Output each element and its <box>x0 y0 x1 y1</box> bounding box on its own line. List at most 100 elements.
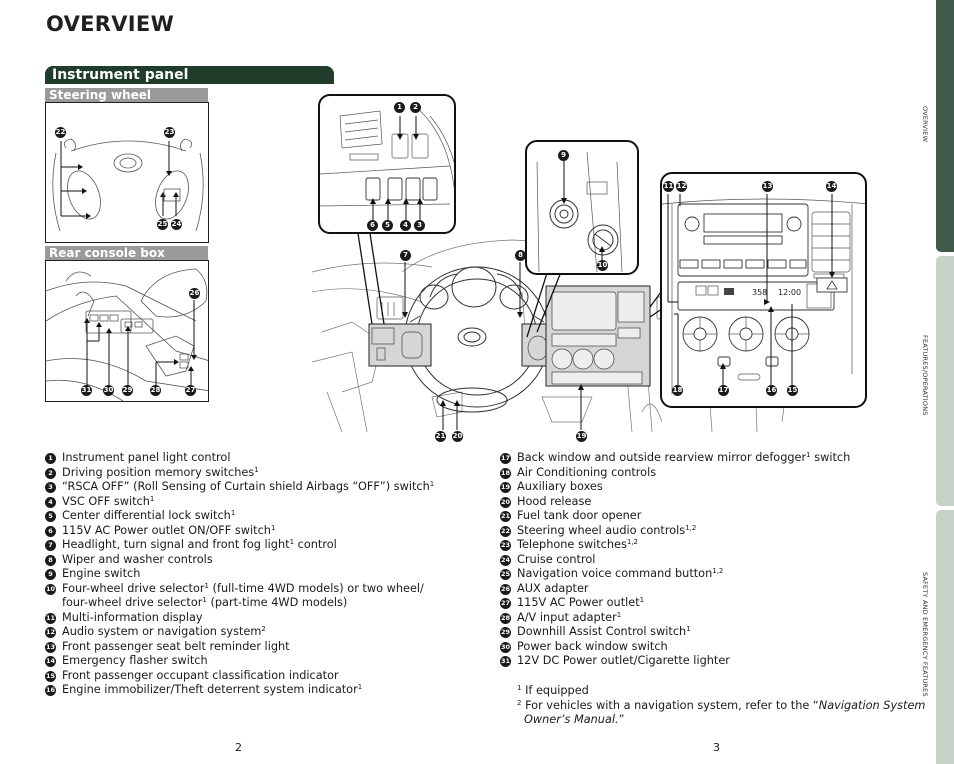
callout-21: 21 <box>435 431 446 442</box>
rear-console-illustration <box>46 268 208 401</box>
footnote-ref: 1 <box>429 480 435 488</box>
callout-15: 15 <box>787 385 798 396</box>
center-stack-inset: 358 12:00 11 12 13 14 18 17 16 15 <box>660 172 867 408</box>
callout-8: 8 <box>515 250 526 261</box>
legend-item-29: 29 Downhill Assist Control switch1 <box>500 625 850 640</box>
legend-text: Downhill Assist Control switch <box>517 625 687 638</box>
legend-number-badge: 9 <box>45 569 56 580</box>
legend-text: Driving position memory switches <box>62 465 255 479</box>
tab-label-safety-emergency[interactable]: SAFETY AND EMERGENCY FEATURES <box>921 572 929 697</box>
display-distance: 358 <box>752 288 767 297</box>
legend-item-31: 31 12V DC Power outlet/Cigarette lighter <box>500 654 850 669</box>
legend-text-continued: control <box>294 538 337 551</box>
legend-item-3: 3 “RSCA OFF” (Roll Sensing of Curtain shi… <box>45 480 434 495</box>
legend-item-7: 7 Headlight, turn signal and front fog li… <box>45 538 434 553</box>
callout-4: 4 <box>400 220 411 231</box>
legend-item-6: 6 115V AC Power outlet ON/OFF switch1 <box>45 524 434 539</box>
legend-number-badge: 16 <box>45 685 56 696</box>
legend-text: Engine immobilizer/Theft deterrent syste… <box>62 683 358 696</box>
legend-item-16: 16 Engine immobilizer/Theft deterrent sys… <box>45 683 434 698</box>
legend-text: Wiper and washer controls <box>62 552 213 566</box>
legend-text: Front passenger seat belt reminder light <box>62 639 290 653</box>
legend-item-30: 30 Power back window switch <box>500 640 850 655</box>
center-stack-drawing: 358 12:00 <box>662 194 865 394</box>
legend-text: Air Conditioning controls <box>517 465 657 479</box>
legend-text: Steering wheel audio controls <box>517 523 686 537</box>
tab-overview[interactable] <box>936 0 954 252</box>
rear-console-box-header: Rear console box <box>45 246 208 260</box>
tab-label-features-operations[interactable]: FEATURES/OPERATIONS <box>921 335 929 416</box>
callout-31: 31 <box>81 385 92 396</box>
page-number-right: 3 <box>713 741 720 754</box>
legend-text: Multi-information display <box>62 610 203 624</box>
tab-label-overview[interactable]: OVERVIEW <box>921 106 929 142</box>
legend-text: Instrument panel light control <box>62 451 231 464</box>
legend-item-20: 20 Hood release <box>500 495 850 510</box>
legend-text: Audio system or navigation system <box>62 625 262 638</box>
legend-list-left: 1 Instrument panel light control 2 Driving … <box>45 451 434 698</box>
legend-text: Auxiliary boxes <box>517 480 603 493</box>
callout-14: 14 <box>826 181 837 192</box>
callout-12: 12 <box>676 181 687 192</box>
callout-3: 3 <box>414 220 425 231</box>
legend-text-continued: switch <box>810 451 851 464</box>
callout-5: 5 <box>382 220 393 231</box>
tab-features-operations[interactable] <box>936 256 954 506</box>
legend-item-8: 8 Wiper and washer controls <box>45 553 434 568</box>
legend-text: Emergency flasher switch <box>62 654 208 667</box>
legend-number-badge: 15 <box>45 670 56 682</box>
legend-item-1: 1 Instrument panel light control <box>45 451 434 466</box>
legend-item-17: 17 Back window and outside rearview mirro… <box>500 451 850 466</box>
switch-panel-drawing <box>320 105 454 220</box>
callout-6: 6 <box>367 220 378 231</box>
legend-number-badge: 23 <box>500 540 511 551</box>
legend-item-25: 25 Navigation voice command button1,2 <box>500 567 850 582</box>
callout-11: 11 <box>663 181 674 192</box>
legend-text: Navigation voice command button <box>517 567 713 580</box>
legend-text: Hood release <box>517 494 592 508</box>
footnote-ref: 1 <box>270 523 276 532</box>
steering-wheel-illustration <box>52 138 204 232</box>
legend-item-27: 27 115V AC Power outlet1 <box>500 596 850 611</box>
footnote-ref: 2 <box>261 625 266 633</box>
legend-item-12: 12 Audio system or navigation system2 <box>45 625 434 640</box>
footnote-ref: 1,2 <box>712 567 724 575</box>
callout-2: 2 <box>410 102 421 113</box>
callout-30: 30 <box>103 385 114 396</box>
footnote-ref: 1 <box>230 509 236 517</box>
legend-item-15: 15 Front passenger occupant classificatio… <box>45 669 434 684</box>
legend-text: Back window and outside rearview mirror … <box>517 451 807 464</box>
footnote-1: 1 If equipped <box>517 684 589 697</box>
callout-19: 19 <box>576 431 587 442</box>
legend-item-13: 13 Front passenger seat belt reminder lig… <box>45 640 434 655</box>
legend-text: VSC OFF switch <box>62 494 150 508</box>
footnote-ref: 1,2 <box>685 523 697 532</box>
legend-item-21: 21 Fuel tank door opener <box>500 509 850 524</box>
steering-wheel-controls-header: Steering wheel controls <box>45 88 208 116</box>
legend-item-5: 5 Center differential lock switch1 <box>45 509 434 524</box>
footnote-ref: 1 <box>639 596 645 604</box>
rear-console-box-figure: 26 31 30 29 28 27 <box>45 260 209 402</box>
footnote-ref: 1 <box>357 683 363 691</box>
legend-text: Telephone switches <box>517 538 627 551</box>
callout-18: 18 <box>672 385 683 396</box>
legend-number-badge: 21 <box>500 511 511 522</box>
callout-17: 17 <box>718 385 729 396</box>
legend-text: “RSCA OFF” (Roll Sensing of Curtain shie… <box>62 480 430 493</box>
callout-26: 26 <box>189 288 200 299</box>
legend-number-badge: 19 <box>500 482 511 493</box>
callout-10: 10 <box>597 260 608 271</box>
legend-number-badge: 18 <box>500 467 511 479</box>
callout-9: 9 <box>558 150 569 161</box>
callout-29: 29 <box>122 385 133 396</box>
callout-1: 1 <box>394 102 405 113</box>
legend-number-badge: 7 <box>45 540 56 551</box>
legend-number-badge: 8 <box>45 554 56 566</box>
legend-text: Engine switch <box>62 567 141 580</box>
legend-item-18: 18 Air Conditioning controls <box>500 466 850 481</box>
legend-text-continued: (full-time 4WD models) or two wheel/ <box>208 581 424 595</box>
legend-item-10: 10 Four-wheel drive selector1 (full-time … <box>45 582 434 611</box>
legend-item-23: 23 Telephone switches1,2 <box>500 538 850 553</box>
footnote-ref: 1,2 <box>626 538 639 546</box>
tab-safety-emergency[interactable] <box>936 510 954 764</box>
